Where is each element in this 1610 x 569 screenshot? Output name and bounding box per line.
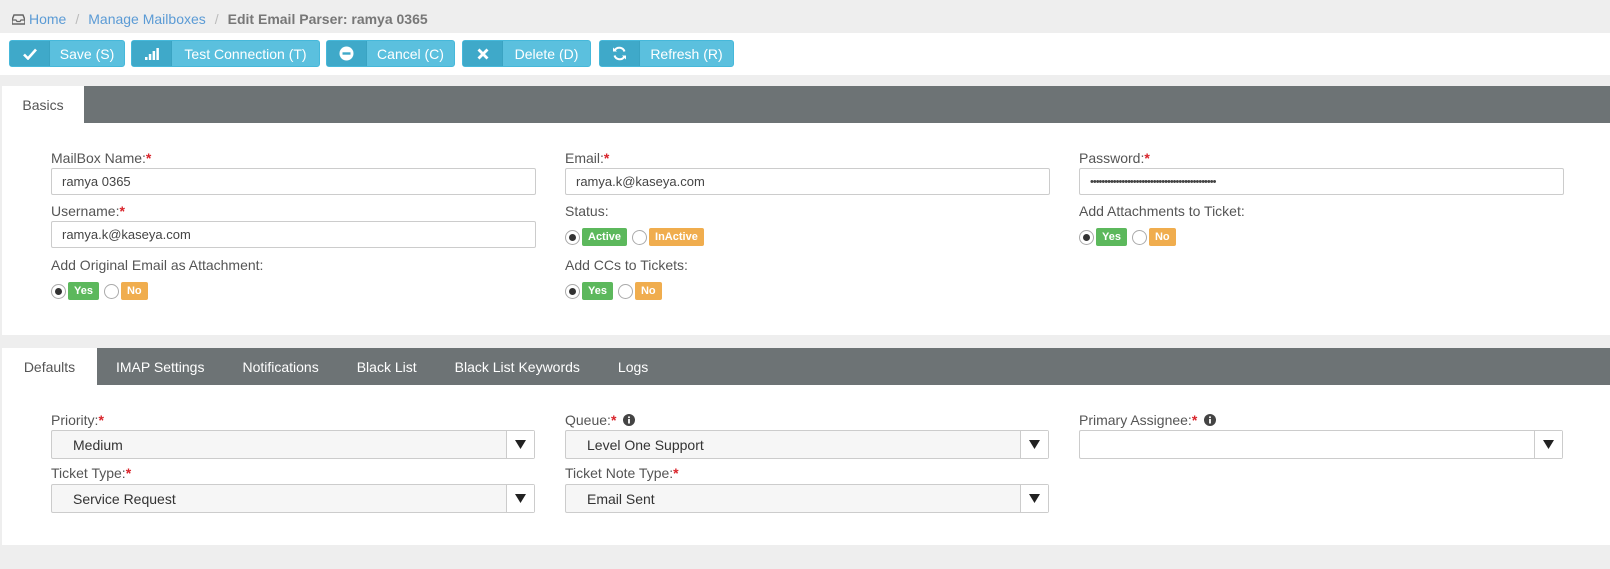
breadcrumb-separator: / [214, 11, 219, 27]
add-ccs-label: Add CCs to Tickets: [565, 257, 688, 273]
page-title: Edit Email Parser: ramya 0365 [227, 11, 428, 27]
toolbar: Save (S) Test Connection (T) Cancel (C) … [0, 33, 1610, 75]
breadcrumb: Home / Manage Mailboxes / Edit Email Par… [12, 9, 428, 29]
ticket-type-select-value: Service Request [73, 490, 176, 507]
breadcrumb-manage-mailboxes-link[interactable]: Manage Mailboxes [88, 11, 206, 27]
cancel-button[interactable]: Cancel (C) [326, 40, 455, 67]
username-label: Username:* [51, 203, 125, 219]
queue-label: Queue:* [565, 412, 636, 428]
tab-basics[interactable]: Basics [2, 86, 84, 123]
refresh-button[interactable]: Refresh (R) [599, 40, 734, 67]
test-connection-button[interactable]: Test Connection (T) [131, 40, 320, 67]
signal-bars-icon [132, 41, 172, 66]
add-ccs-radio-group: Yes No [565, 281, 667, 301]
basics-tabbar: Basics [2, 86, 1610, 123]
status-active-radio[interactable] [565, 229, 580, 245]
caret-down-icon [1020, 485, 1048, 512]
tab-black-list-keywords[interactable]: Black List Keywords [436, 348, 599, 385]
save-button[interactable]: Save (S) [9, 40, 125, 67]
tab-black-list[interactable]: Black List [338, 348, 436, 385]
status-active-badge[interactable]: Active [582, 228, 628, 246]
add-ccs-no-badge[interactable]: No [634, 282, 662, 300]
ticket-note-type-label: Ticket Note Type:* [565, 465, 679, 481]
add-attachments-label: Add Attachments to Ticket: [1079, 203, 1245, 219]
add-original-yes-radio[interactable] [51, 283, 66, 299]
defaults-panel: Defaults IMAP Settings Notifications Bla… [2, 348, 1610, 545]
password-input[interactable] [1079, 168, 1564, 195]
add-attachments-no-badge[interactable]: No [1148, 228, 1176, 246]
tab-logs[interactable]: Logs [599, 348, 667, 385]
email-input[interactable] [565, 168, 1050, 195]
save-button-label: Save (S) [59, 45, 115, 62]
status-inactive-radio[interactable] [632, 229, 648, 245]
minus-circle-icon [327, 41, 367, 66]
inbox-icon [12, 13, 25, 25]
add-attachments-radio-group: Yes No [1079, 227, 1181, 247]
primary-assignee-select[interactable] [1079, 430, 1563, 459]
tab-notifications[interactable]: Notifications [223, 348, 337, 385]
add-ccs-no-radio[interactable] [617, 283, 633, 299]
caret-down-icon [1534, 431, 1562, 458]
email-label: Email:* [565, 150, 610, 166]
queue-select[interactable]: Level One Support [565, 430, 1049, 459]
username-input[interactable] [51, 221, 536, 248]
caret-down-icon [1020, 431, 1048, 458]
breadcrumb-separator: / [75, 11, 80, 27]
mailbox-name-label: MailBox Name:* [51, 150, 152, 166]
basics-panel: Basics MailBox Name:* Email:* Password:*… [2, 86, 1610, 335]
tab-imap-settings[interactable]: IMAP Settings [97, 348, 223, 385]
add-original-yes-badge[interactable]: Yes [68, 282, 99, 300]
add-attachments-no-radio[interactable] [1131, 229, 1147, 245]
add-attachments-yes-badge[interactable]: Yes [1096, 228, 1127, 246]
ticket-note-type-select-value: Email Sent [587, 490, 655, 507]
refresh-icon [600, 41, 640, 66]
delete-button-label: Delete (D) [514, 45, 579, 62]
info-icon[interactable] [623, 414, 636, 426]
check-icon [10, 41, 50, 66]
add-original-email-label: Add Original Email as Attachment: [51, 257, 264, 273]
status-label: Status: [565, 203, 609, 219]
primary-assignee-label: Primary Assignee:* [1079, 412, 1217, 428]
ticket-note-type-select[interactable]: Email Sent [565, 484, 1049, 513]
add-original-no-radio[interactable] [103, 283, 119, 299]
mailbox-name-input[interactable] [51, 168, 536, 195]
priority-label: Priority:* [51, 412, 104, 428]
primary-assignee-select-value [1080, 431, 1534, 458]
tab-defaults[interactable]: Defaults [2, 348, 97, 385]
password-label: Password:* [1079, 150, 1150, 166]
defaults-tabbar: Defaults IMAP Settings Notifications Bla… [2, 348, 1610, 385]
add-original-no-badge[interactable]: No [120, 282, 148, 300]
test-connection-button-label: Test Connection (T) [184, 45, 307, 62]
caret-down-icon [506, 485, 534, 512]
cancel-button-label: Cancel (C) [377, 45, 444, 62]
x-icon [463, 41, 503, 66]
add-attachments-yes-radio[interactable] [1079, 229, 1094, 245]
priority-select-value: Medium [73, 436, 123, 453]
ticket-type-label: Ticket Type:* [51, 465, 132, 481]
breadcrumb-home-link[interactable]: Home [29, 11, 66, 27]
ticket-type-select[interactable]: Service Request [51, 484, 535, 513]
refresh-button-label: Refresh (R) [650, 45, 723, 62]
queue-select-value: Level One Support [587, 436, 704, 453]
info-icon[interactable] [1204, 414, 1217, 426]
add-original-email-radio-group: Yes No [51, 281, 153, 301]
add-ccs-yes-badge[interactable]: Yes [582, 282, 613, 300]
caret-down-icon [506, 431, 534, 458]
priority-select[interactable]: Medium [51, 430, 535, 459]
add-ccs-yes-radio[interactable] [565, 283, 580, 299]
status-radio-group: Active InActive [565, 227, 709, 247]
delete-button[interactable]: Delete (D) [462, 40, 591, 67]
status-inactive-badge[interactable]: InActive [649, 228, 704, 246]
